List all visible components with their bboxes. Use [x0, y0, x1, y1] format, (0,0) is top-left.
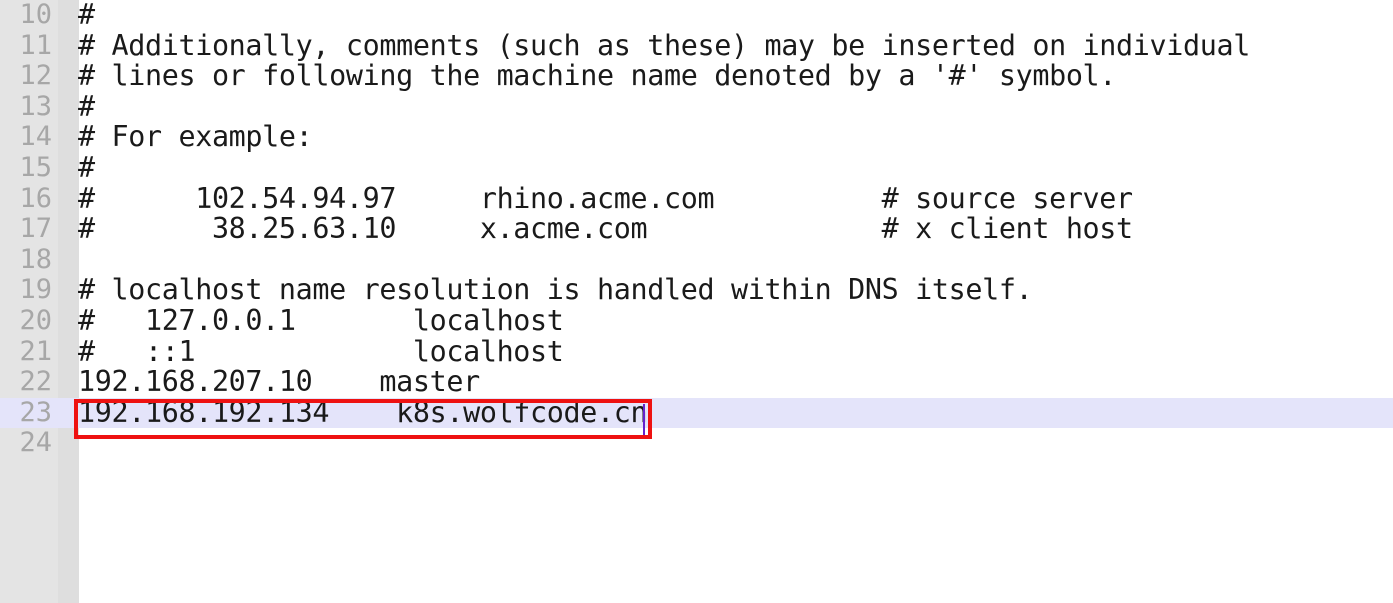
code-line[interactable]: 13 # [0, 90, 1393, 123]
line-number: 10 [19, 0, 52, 30]
code-line[interactable]: 18 [0, 243, 1393, 276]
code-line-text[interactable]: 192.168.192.134 k8s.wolfcode.cn [78, 397, 648, 429]
line-number: 24 [19, 427, 52, 459]
code-line-text[interactable]: # [78, 152, 95, 184]
code-line-text[interactable]: # For example: [78, 122, 313, 153]
code-line-text[interactable]: # [78, 0, 95, 31]
code-line[interactable]: 24 [0, 428, 1393, 459]
line-number: 11 [19, 29, 52, 61]
code-line[interactable]: 22 192.168.207.10 master [0, 367, 1393, 398]
line-number: 13 [19, 90, 52, 122]
code-line[interactable]: 17 # 38.25.63.10 x.acme.com # x client ho… [0, 214, 1393, 245]
code-line-text[interactable]: # 127.0.0.1 localhost [78, 305, 564, 337]
line-number: 20 [19, 304, 52, 336]
line-number: 22 [19, 366, 52, 398]
text-caret [643, 404, 645, 435]
line-number: 18 [19, 243, 52, 275]
line-number: 15 [19, 151, 52, 183]
code-line-text[interactable]: # ::1 localhost [78, 336, 564, 368]
code-line[interactable]: 11 # Additionally, comments (such as thes… [0, 29, 1393, 62]
code-line[interactable]: 23 192.168.192.134 k8s.wolfcode.cn [0, 396, 1393, 429]
line-number: 19 [19, 274, 52, 306]
line-number: 14 [19, 121, 52, 153]
line-number: 21 [19, 335, 52, 367]
code-line-text[interactable]: # 102.54.94.97 rhino.acme.com # source s… [78, 183, 1133, 215]
line-number: 16 [19, 182, 52, 214]
code-line[interactable]: 20 # 127.0.0.1 localhost [0, 304, 1393, 337]
code-line-text[interactable]: # [78, 91, 95, 123]
code-line-text[interactable]: # Additionally, comments (such as these)… [78, 30, 1250, 62]
code-line[interactable]: 16 # 102.54.94.97 rhino.acme.com # source… [0, 182, 1393, 215]
code-lines-container: 10 #11 # Additionally, comments (such as t… [0, 0, 1393, 459]
code-line[interactable]: 14 # For example: [0, 122, 1393, 153]
code-line-text[interactable]: # localhost name resolution is handled w… [78, 275, 1033, 306]
line-number: 17 [19, 213, 52, 245]
text-editor[interactable]: 10 #11 # Additionally, comments (such as t… [0, 0, 1393, 603]
code-line[interactable]: 10 # [0, 0, 1393, 31]
code-line-text[interactable]: # 38.25.63.10 x.acme.com # x client host [78, 214, 1133, 245]
line-number: 12 [19, 60, 52, 92]
code-line-text[interactable]: 192.168.207.10 master [78, 367, 480, 398]
code-line[interactable]: 15 # [0, 151, 1393, 184]
line-number: 23 [19, 396, 52, 428]
code-line[interactable]: 21 # ::1 localhost [0, 335, 1393, 368]
code-line-text[interactable]: # lines or following the machine name de… [78, 61, 1116, 92]
code-line[interactable]: 12 # lines or following the machine name … [0, 61, 1393, 92]
code-line[interactable]: 19 # localhost name resolution is handled… [0, 275, 1393, 306]
